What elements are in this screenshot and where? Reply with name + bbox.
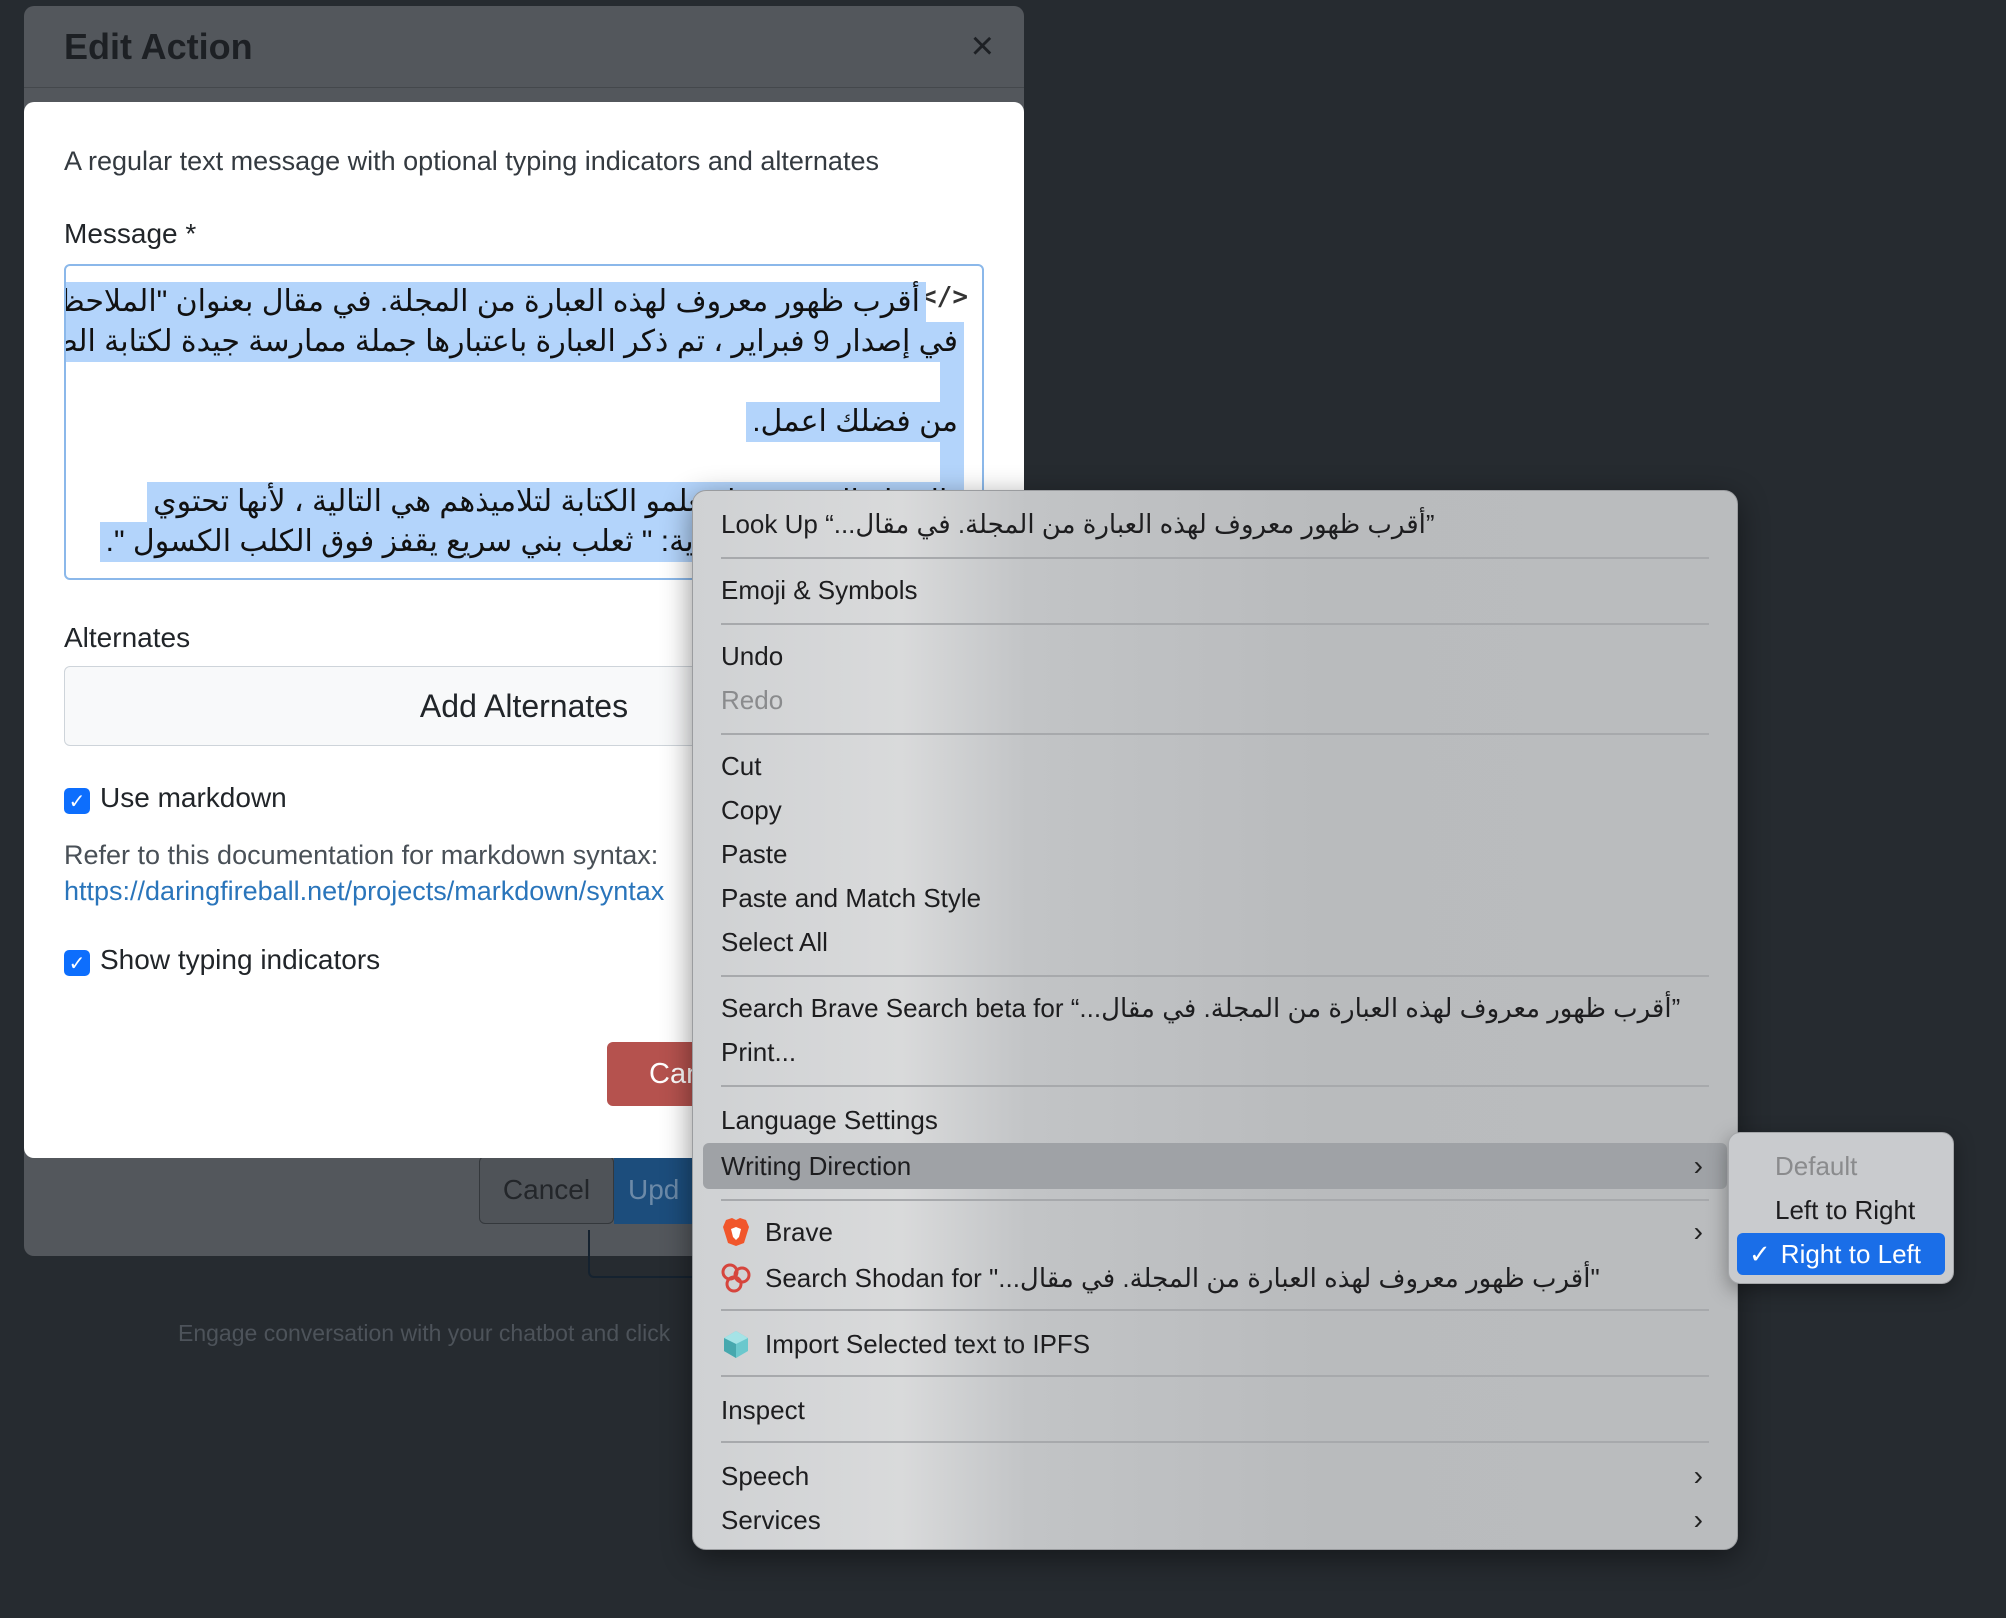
menu-item-services[interactable]: Services › [721,1499,1709,1541]
submenu-item-left-to-right[interactable]: Left to Right [1737,1189,1945,1231]
writing-direction-submenu: Default Left to Right ✓ Right to Left [1728,1132,1954,1284]
menu-item-print[interactable]: Print... [721,1031,1709,1073]
writing-direction-label: Writing Direction [721,1150,912,1181]
menu-item-search-brave[interactable]: Search Brave Search beta for “أقرب ظهور … [721,987,1709,1029]
submenu-item-right-to-left[interactable]: ✓ Right to Left [1737,1233,1945,1275]
chevron-right-icon: › [1693,1460,1703,1491]
menu-separator [721,733,1709,735]
look-up-prefix: Look Up “ [721,508,834,539]
markdown-doc-link[interactable]: https://daringfireball.net/projects/mark… [64,876,664,907]
menu-item-emoji[interactable]: Emoji & Symbols [721,569,1709,611]
search-shodan-query: أقرب ظهور معروف لهذه العبارة من المجلة. … [998,1262,1591,1293]
menu-item-paste-match-style[interactable]: Paste and Match Style [721,877,1709,919]
message-blank-line [940,362,964,402]
menu-separator [721,1375,1709,1377]
menu-item-cut[interactable]: Cut [721,745,1709,787]
menu-item-inspect[interactable]: Inspect [721,1389,1709,1431]
services-label: Services [721,1504,821,1535]
modal-description: A regular text message with optional typ… [64,146,879,176]
use-markdown-label: Use markdown [100,782,287,813]
chevron-right-icon: › [1693,1150,1703,1181]
look-up-query: أقرب ظهور معروف لهذه العبارة من المجلة. … [833,508,1426,539]
menu-item-undo[interactable]: Undo [721,635,1709,677]
close-icon[interactable]: × [971,24,994,69]
menu-item-copy[interactable]: Copy [721,789,1709,831]
message-line: أقرب ظهور معروف لهذه العبارة من المجلة. … [66,282,926,322]
menu-item-paste[interactable]: Paste [721,833,1709,875]
modal-title: Edit Action [64,25,253,67]
message-blank-line [940,442,964,482]
background-hint-text: Engage conversation with your chatbot an… [178,1320,671,1346]
menu-separator [721,1199,1709,1201]
alternates-label: Alternates [64,622,191,653]
menu-item-import-ipfs[interactable]: Import Selected text to IPFS [721,1323,1709,1365]
typing-indicators-checkbox[interactable]: ✓ [64,950,90,976]
modal-header: Edit Action × [24,6,1024,88]
chevron-right-icon: › [1693,1504,1703,1535]
background-outline [588,1230,698,1278]
menu-item-redo: Redo [721,684,784,715]
menu-item-select-all[interactable]: Select All [721,921,1709,963]
search-shodan-suffix: " [1590,1262,1600,1293]
menu-separator [721,623,1709,625]
message-line: في إصدار 9 فبراير ، تم ذكر العبارة باعتب… [66,322,964,362]
background-cancel-button[interactable]: Cancel [479,1156,614,1224]
menu-separator [721,975,1709,977]
message-label: Message * [64,218,197,249]
menu-item-search-shodan[interactable]: Search Shodan for " أقرب ظهور معروف لهذه … [721,1257,1709,1299]
message-line: من فضلك اعمل. [746,402,964,442]
code-toggle-icon[interactable]: </> [921,282,968,312]
search-brave-prefix: Search Brave Search beta for “ [721,992,1080,1023]
use-markdown-checkbox[interactable]: ✓ [64,788,90,814]
ipfs-cube-icon [721,1329,751,1359]
chevron-right-icon: › [1693,1216,1703,1247]
search-brave-query: أقرب ظهور معروف لهذه العبارة من المجلة. … [1079,992,1672,1023]
search-brave-suffix: ” [1671,992,1681,1023]
search-shodan-prefix: Search Shodan for " [765,1262,999,1293]
look-up-suffix: ” [1425,508,1435,539]
menu-separator [721,1441,1709,1443]
menu-separator [721,1085,1709,1087]
brave-label: Brave [765,1216,833,1247]
menu-item-brave[interactable]: Brave › [721,1211,1709,1253]
typing-indicators-label: Show typing indicators [100,944,381,975]
menu-item-language-settings[interactable]: Language Settings [721,1099,1709,1141]
menu-item-look-up[interactable]: Look Up “أقرب ظهور معروف لهذه العبارة من… [721,503,1709,545]
menu-item-writing-direction[interactable]: Writing Direction › [721,1145,1709,1187]
right-to-left-label: Right to Left [1780,1238,1921,1269]
speech-label: Speech [721,1460,810,1491]
menu-separator [721,557,1709,559]
menu-item-speech[interactable]: Speech › [721,1455,1709,1497]
import-ipfs-label: Import Selected text to IPFS [765,1328,1091,1359]
markdown-doc-text: Refer to this documentation for markdown… [64,840,659,870]
shodan-icon [721,1263,751,1293]
brave-lion-icon [721,1217,751,1247]
menu-separator [721,1309,1709,1311]
context-menu: Look Up “أقرب ظهور معروف لهذه العبارة من… [692,490,1738,1550]
checkmark-icon: ✓ [1749,1238,1771,1269]
submenu-item-default: Default [1775,1150,1858,1181]
